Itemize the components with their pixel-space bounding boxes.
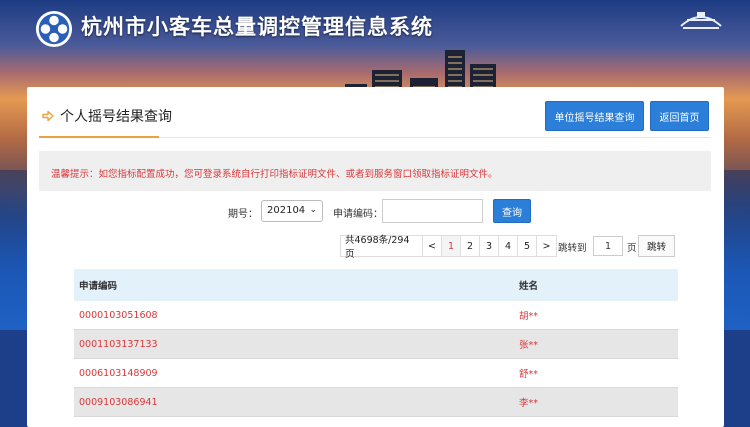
title-underline (39, 136, 159, 138)
goto-label: 跳转到 (558, 243, 587, 254)
page-1-button[interactable]: 1 (442, 236, 461, 256)
cell-code: 0006103148909 (79, 367, 158, 379)
site-logo-icon (35, 10, 73, 48)
arrow-right-icon (42, 110, 54, 122)
code-label: 申请编码： (333, 209, 383, 220)
cell-code: 0001103137133 (79, 338, 158, 350)
table-row: 0009103086941 李** (74, 388, 678, 417)
prev-page-button[interactable]: < (423, 236, 442, 256)
emblem-icon (680, 12, 722, 29)
page-5-button[interactable]: 5 (518, 236, 537, 256)
column-header-name: 姓名 (519, 281, 539, 292)
column-header-code: 申请编码 (79, 281, 118, 292)
cell-name: 李** (519, 398, 539, 409)
unit-result-query-button[interactable]: 单位摇号结果查询 (545, 101, 644, 131)
period-select-value: 202104 (267, 205, 306, 216)
table-header: 申请编码 姓名 (74, 269, 678, 301)
cell-name: 胡** (519, 311, 539, 322)
query-button[interactable]: 查询 (493, 199, 531, 223)
goto-button[interactable]: 跳转 (638, 235, 675, 257)
cell-code: 0009103086941 (79, 396, 158, 408)
page-2-button[interactable]: 2 (461, 236, 480, 256)
goto-page-input[interactable]: 1 (593, 236, 623, 256)
page-4-button[interactable]: 4 (499, 236, 518, 256)
next-page-button[interactable]: > (537, 236, 556, 256)
chevron-down-icon: ⌄ (309, 205, 317, 215)
page-title: 个人摇号结果查询 (42, 106, 172, 126)
pagination: 共4698条/294页 < 1 2 3 4 5 > (340, 235, 557, 260)
table-row: 0001103137133 张** (74, 330, 678, 359)
table-row: 0000103051608 胡** (74, 301, 678, 330)
cell-code: 0000103051608 (79, 309, 158, 321)
main-panel: 个人摇号结果查询 单位摇号结果查询 返回首页 温馨提示：如您指标配置成功，您可登… (27, 87, 724, 427)
back-home-button[interactable]: 返回首页 (650, 101, 709, 131)
notice-text: 温馨提示：如您指标配置成功，您可登录系统自行打印指标证明文件、或者到服务窗口领取… (39, 151, 711, 191)
results-table: 申请编码 姓名 0000103051608 胡** 0001103137133 … (74, 269, 678, 417)
cell-name: 张** (519, 340, 539, 351)
period-label: 期号： (228, 209, 258, 220)
pagination-total: 共4698条/294页 (341, 235, 423, 260)
page-3-button[interactable]: 3 (480, 236, 499, 256)
cell-name: 舒** (519, 369, 539, 380)
period-select[interactable]: 202104 ⌄ (261, 200, 323, 222)
site-title: 杭州市小客车总量调控管理信息系统 (81, 15, 433, 39)
code-input[interactable] (382, 199, 483, 223)
goto-unit-label: 页 (627, 243, 637, 254)
page-title-text: 个人摇号结果查询 (60, 109, 172, 125)
table-row: 0006103148909 舒** (74, 359, 678, 388)
